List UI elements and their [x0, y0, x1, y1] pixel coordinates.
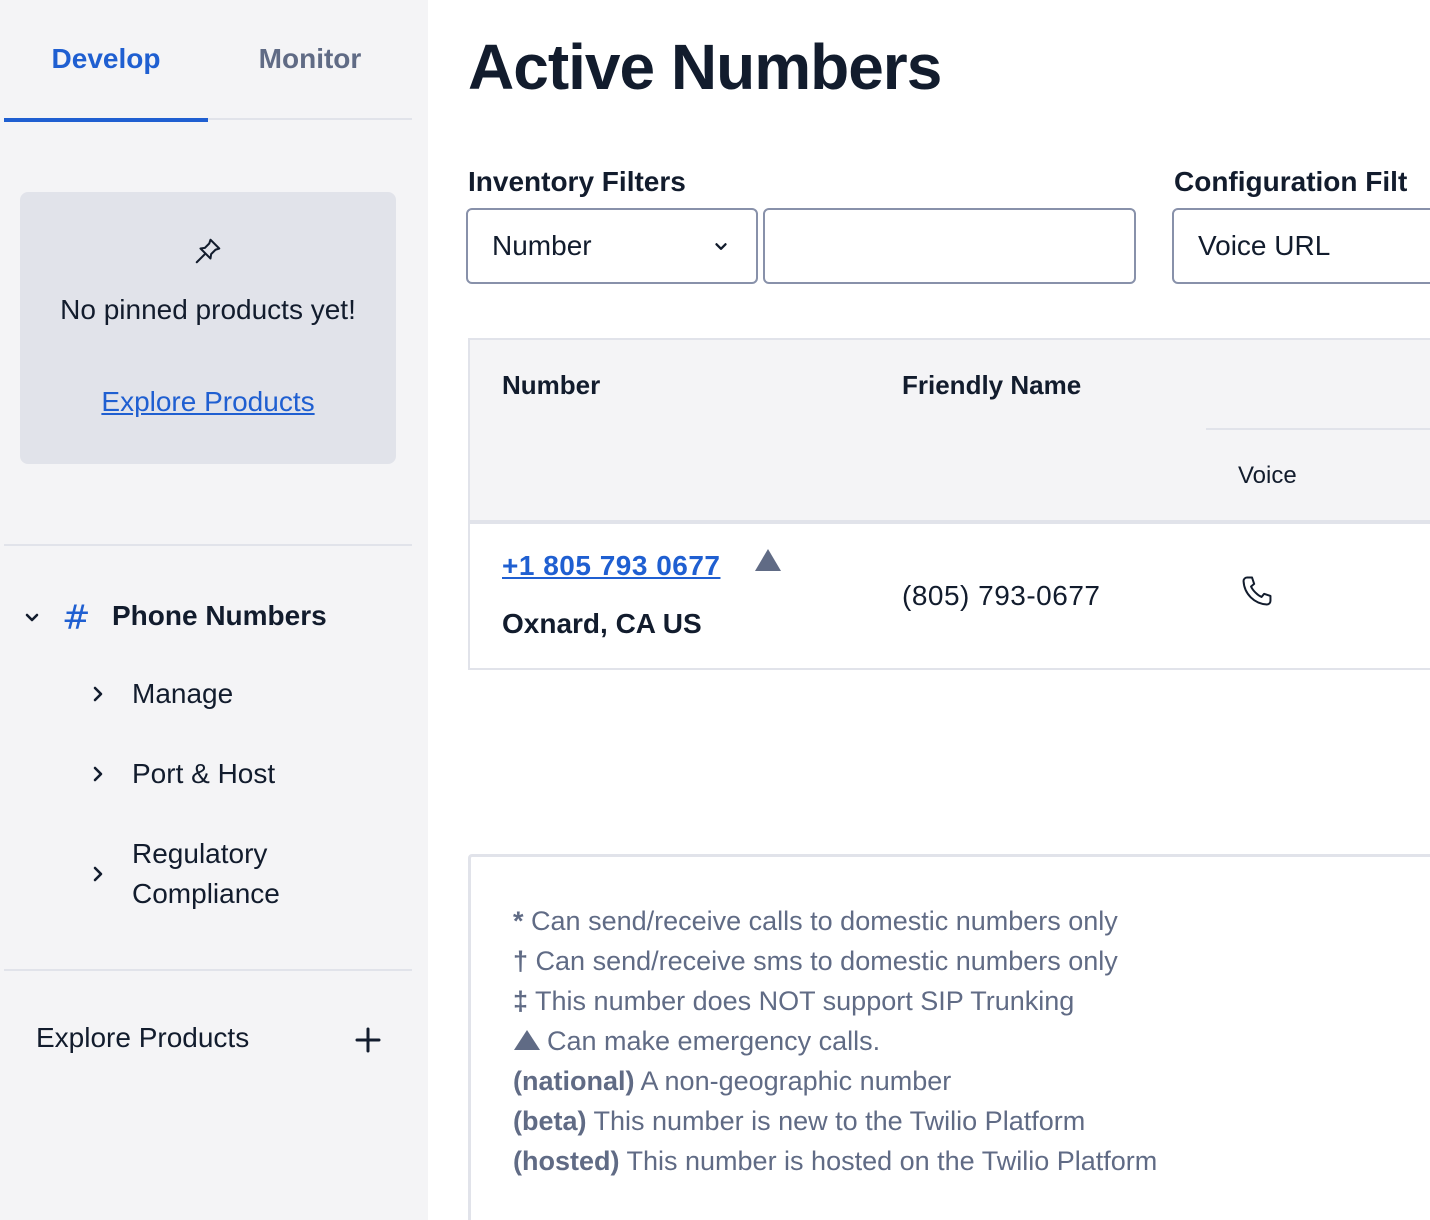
inventory-filter-select[interactable]: Number [466, 208, 758, 284]
explore-products-link[interactable]: Explore Products [20, 386, 396, 418]
column-header-number[interactable]: Number [502, 370, 600, 401]
chevron-down-icon[interactable] [22, 608, 42, 628]
page-title: Active Numbers [468, 31, 942, 103]
sidebar-item-label: Port & Host [132, 758, 276, 789]
sidebar-item-regulatory-compliance[interactable]: Regulatory Compliance [0, 834, 428, 914]
explore-products-label: Explore Products [36, 1022, 250, 1053]
chevron-right-icon [93, 766, 103, 782]
legend-item: ‡ This number does NOT support SIP Trunk… [513, 986, 1075, 1016]
legend-item: † Can send/receive sms to domestic numbe… [513, 946, 1118, 976]
emergency-triangle-icon [755, 549, 781, 571]
sidebar-tabs: Develop Monitor [4, 0, 412, 122]
sidebar-item-port-host[interactable]: Port & Host [0, 754, 428, 794]
chevron-down-icon [715, 243, 727, 250]
sidebar-item-label: Manage [132, 678, 234, 709]
explore-products-row[interactable]: Explore Products [36, 1020, 386, 1064]
sidebar: Develop Monitor No pinned products yet! … [0, 0, 428, 1220]
sidebar-item-label: Regulatory Compliance [132, 838, 280, 909]
legend-item: (hosted) This number is hosted on the Tw… [513, 1146, 1158, 1176]
phone-number-link[interactable]: +1 805 793 0677 [502, 550, 720, 582]
legend-box: * Can send/receive calls to domestic num… [468, 854, 1430, 1220]
pin-icon [195, 238, 221, 264]
legend-item: (national) A non-geographic number [513, 1066, 952, 1096]
column-header-friendly-name[interactable]: Friendly Name [902, 370, 1081, 401]
tab-monitor[interactable]: Monitor [208, 0, 412, 120]
pinned-empty-message: No pinned products yet! [60, 294, 356, 325]
friendly-name: (805) 793-0677 [902, 580, 1101, 611]
main-content: Active Numbers Inventory Filters Number … [428, 0, 1430, 1220]
configuration-filter-select-value: Voice URL [1198, 230, 1331, 261]
emergency-triangle-icon [514, 1030, 540, 1050]
header-divider [1206, 428, 1430, 430]
inventory-filter-input[interactable] [763, 208, 1136, 284]
hash-icon: # [62, 598, 91, 638]
phone-number-location: Oxnard, CA US [502, 608, 702, 639]
tab-develop[interactable]: Develop [4, 0, 208, 122]
sidebar-divider [4, 969, 412, 971]
chevron-right-icon [93, 686, 103, 702]
legend-item: Can make emergency calls. [513, 1021, 880, 1061]
column-header-voice: Voice [1238, 462, 1297, 489]
phone-icon [1242, 576, 1272, 606]
nav-group-label[interactable]: Phone Numbers [112, 600, 327, 632]
sidebar-item-manage[interactable]: Manage [0, 674, 428, 714]
chevron-right-icon [93, 866, 103, 882]
inventory-filters-label: Inventory Filters [468, 166, 686, 197]
legend-item: (beta) This number is new to the Twilio … [513, 1106, 1086, 1136]
active-numbers-table: Number Friendly Name Voice +1 805 793 06… [468, 338, 1430, 670]
sidebar-divider [4, 544, 412, 546]
inventory-filter-select-value: Number [492, 230, 592, 261]
table-header: Number Friendly Name Voice [470, 340, 1430, 524]
configuration-filters-label: Configuration Filt [1174, 166, 1408, 197]
legend-item: * Can send/receive calls to domestic num… [513, 906, 1118, 936]
plus-icon[interactable] [354, 1026, 382, 1054]
configuration-filter-select[interactable]: Voice URL [1172, 208, 1430, 284]
